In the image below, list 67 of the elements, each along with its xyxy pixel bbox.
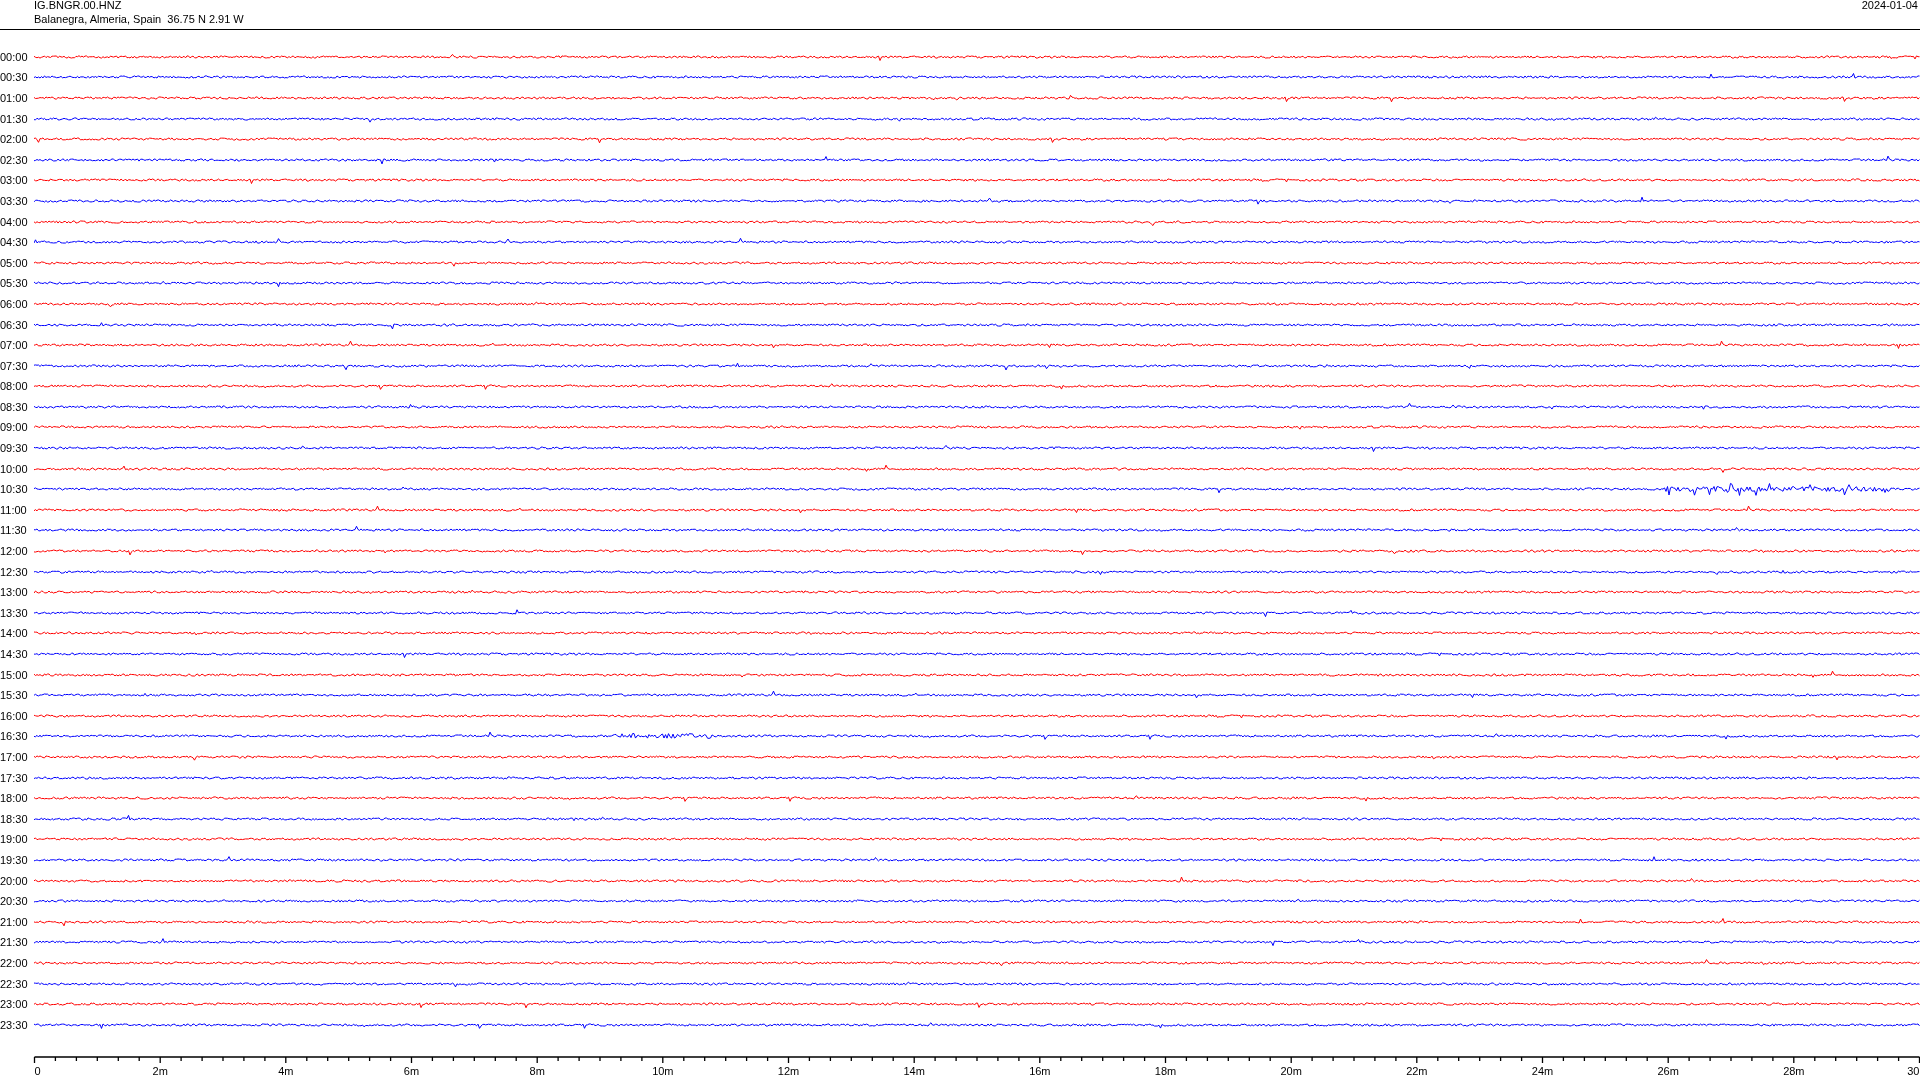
time-label: 20:00 bbox=[0, 874, 29, 887]
time-label: 23:00 bbox=[0, 998, 29, 1011]
time-label: 05:00 bbox=[0, 256, 29, 269]
time-label: 14:30 bbox=[0, 648, 29, 660]
time-label: 00:30 bbox=[0, 71, 29, 84]
time-label: 13:30 bbox=[0, 606, 29, 619]
time-label: 12:00 bbox=[0, 545, 29, 558]
time-label: 11:00 bbox=[0, 503, 28, 516]
time-label: 03:30 bbox=[0, 194, 29, 207]
time-label: 19:00 bbox=[0, 833, 29, 846]
time-label: 21:00 bbox=[0, 915, 29, 928]
time-label: 18:00 bbox=[0, 792, 29, 805]
tick-label: 22m bbox=[1406, 1065, 1428, 1077]
time-label: 04:00 bbox=[0, 215, 29, 228]
time-label: 04:30 bbox=[0, 236, 29, 249]
time-label: 05:30 bbox=[0, 277, 29, 290]
time-label: 17:00 bbox=[0, 751, 29, 763]
time-label: 09:00 bbox=[0, 421, 29, 434]
time-label: 20:30 bbox=[0, 895, 29, 908]
tick-label: 4m bbox=[278, 1065, 294, 1077]
time-label: 06:00 bbox=[0, 297, 29, 310]
time-label: 02:00 bbox=[0, 133, 29, 146]
time-label: 03:00 bbox=[0, 174, 29, 187]
tick-label: 20m bbox=[1280, 1065, 1302, 1077]
time-label: 19:30 bbox=[0, 853, 29, 866]
time-label: 06:30 bbox=[0, 318, 29, 331]
tick-label: 6m bbox=[403, 1065, 420, 1077]
time-label: 01:00 bbox=[0, 92, 29, 104]
tick-label: 2m bbox=[152, 1065, 168, 1077]
time-label: 23:30 bbox=[0, 1018, 29, 1031]
time-label: 10:00 bbox=[0, 462, 29, 475]
time-label: 15:00 bbox=[0, 668, 29, 681]
tick-label: 18m bbox=[1154, 1065, 1177, 1077]
time-label: 07:00 bbox=[0, 339, 29, 352]
time-label: 08:00 bbox=[0, 380, 29, 393]
tick-label: 14m bbox=[903, 1065, 925, 1077]
time-label: 10:30 bbox=[0, 483, 29, 496]
time-label: 22:30 bbox=[0, 977, 29, 990]
time-label: 12:30 bbox=[0, 565, 29, 578]
time-label: 13:00 bbox=[0, 586, 29, 599]
time-label: 09:30 bbox=[0, 442, 29, 455]
time-label: 15:30 bbox=[0, 689, 29, 702]
tick-label: 26m bbox=[1657, 1065, 1679, 1077]
time-label: 22:00 bbox=[0, 956, 29, 969]
station-code: IG.BNGR.00.HNZ bbox=[34, 0, 123, 12]
station-location: Balanegra, Almeria, Spain 36.75 N 2.91 W bbox=[34, 12, 244, 26]
tick-label: 8m bbox=[529, 1065, 545, 1077]
time-label: 00:00 bbox=[0, 50, 29, 63]
tick-label: 0 bbox=[34, 1065, 41, 1077]
tick-label: 24m bbox=[1531, 1065, 1554, 1077]
tick-label: 12m bbox=[777, 1065, 800, 1077]
time-label: 16:00 bbox=[0, 709, 29, 722]
time-label: 07:30 bbox=[0, 359, 29, 372]
time-label: 01:30 bbox=[0, 112, 29, 125]
time-label: 02:30 bbox=[0, 153, 29, 166]
time-label: 21:30 bbox=[0, 936, 29, 949]
time-label: 08:30 bbox=[0, 400, 29, 413]
tick-label: 10m bbox=[652, 1065, 674, 1077]
time-label: 11:30 bbox=[0, 524, 28, 537]
tick-label: 30 bbox=[1907, 1065, 1920, 1077]
time-label: 18:30 bbox=[0, 812, 29, 825]
time-label: 17:30 bbox=[0, 771, 29, 784]
tick-label: 28m bbox=[1783, 1065, 1805, 1077]
time-label: 14:00 bbox=[0, 627, 29, 640]
tick-label: 16m bbox=[1029, 1065, 1051, 1077]
time-label: 16:30 bbox=[0, 730, 29, 743]
record-date: 2024-01-04 bbox=[1861, 0, 1919, 13]
